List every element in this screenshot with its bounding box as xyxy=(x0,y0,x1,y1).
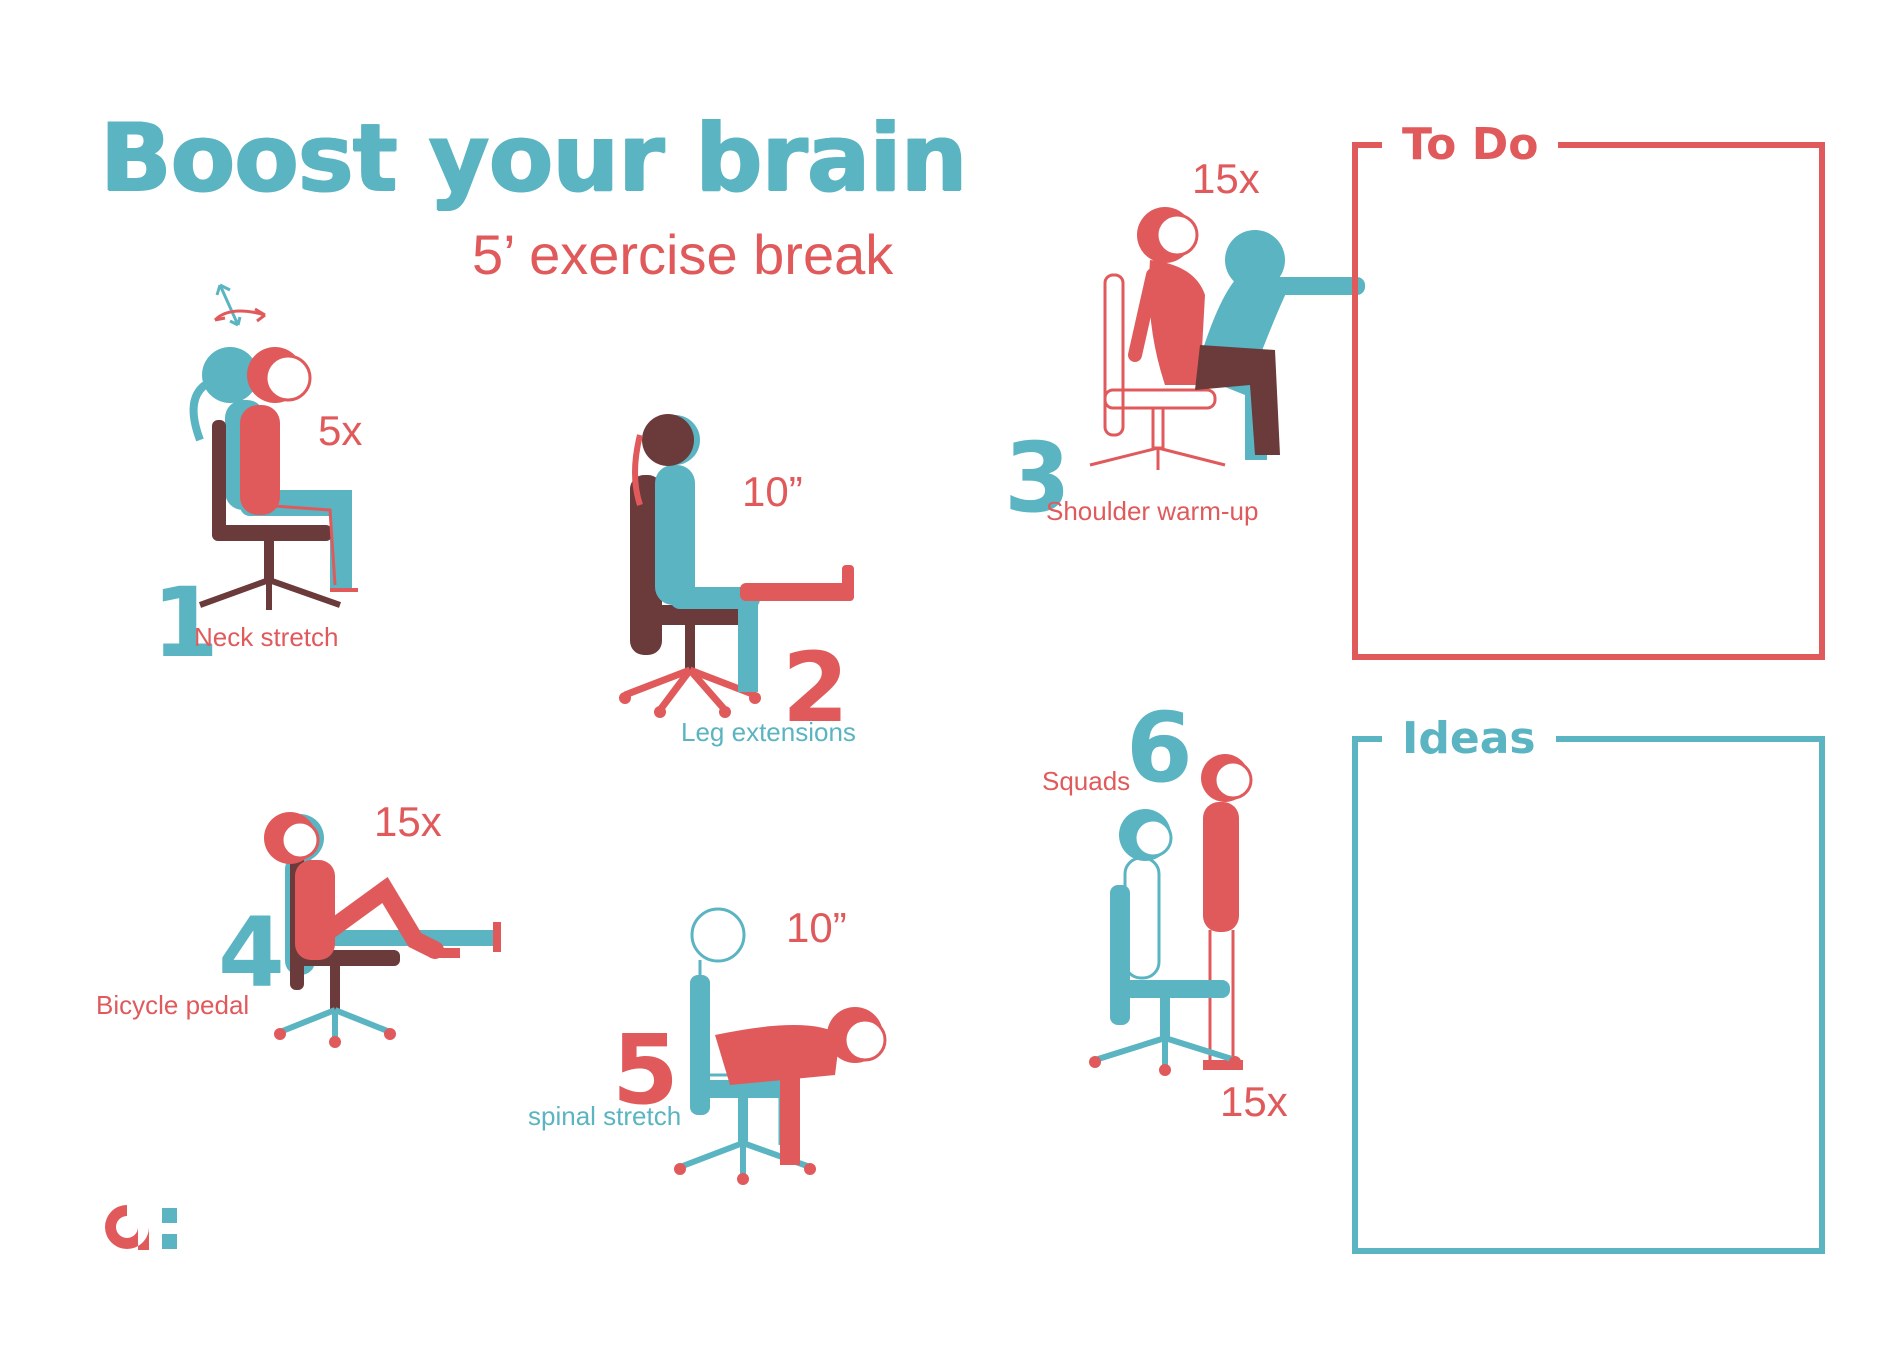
spinal-stretch-illustration xyxy=(674,907,887,1185)
bicycle-pedal-illustration xyxy=(264,812,501,1048)
todo-box-title: To Do xyxy=(1382,116,1559,174)
exercise-6-number: 6 xyxy=(1126,692,1193,804)
brand-logo-icon xyxy=(105,1205,177,1250)
todo-box[interactable]: To Do xyxy=(1352,116,1825,660)
exercise-4-label: Bicycle pedal xyxy=(96,990,250,1020)
exercise-5-reps: 10” xyxy=(786,904,847,951)
ideas-box[interactable]: Ideas xyxy=(1352,710,1825,1254)
exercise-1-reps: 5x xyxy=(318,407,363,454)
ideas-box-title: Ideas xyxy=(1382,710,1556,768)
shoulder-warmup-illustration xyxy=(1089,207,1365,470)
exercise-6-reps: 15x xyxy=(1220,1078,1288,1125)
exercise-4-reps: 15x xyxy=(374,798,442,845)
exercise-4-number: 4 xyxy=(218,897,285,1009)
page-title: Boost your brain xyxy=(100,104,967,213)
exercise-3-reps: 15x xyxy=(1192,155,1260,202)
exercise-2-label: Leg extensions xyxy=(681,717,856,747)
exercise-3-label: Shoulder warm-up xyxy=(1046,496,1259,526)
exercise-6-label: Squads xyxy=(1042,766,1131,796)
exercise-5-label: spinal stretch xyxy=(528,1101,682,1131)
exercise-2-reps: 10” xyxy=(742,468,803,515)
page-subtitle: 5’ exercise break xyxy=(472,223,894,286)
exercise-1-label: Neck stretch xyxy=(194,622,339,652)
